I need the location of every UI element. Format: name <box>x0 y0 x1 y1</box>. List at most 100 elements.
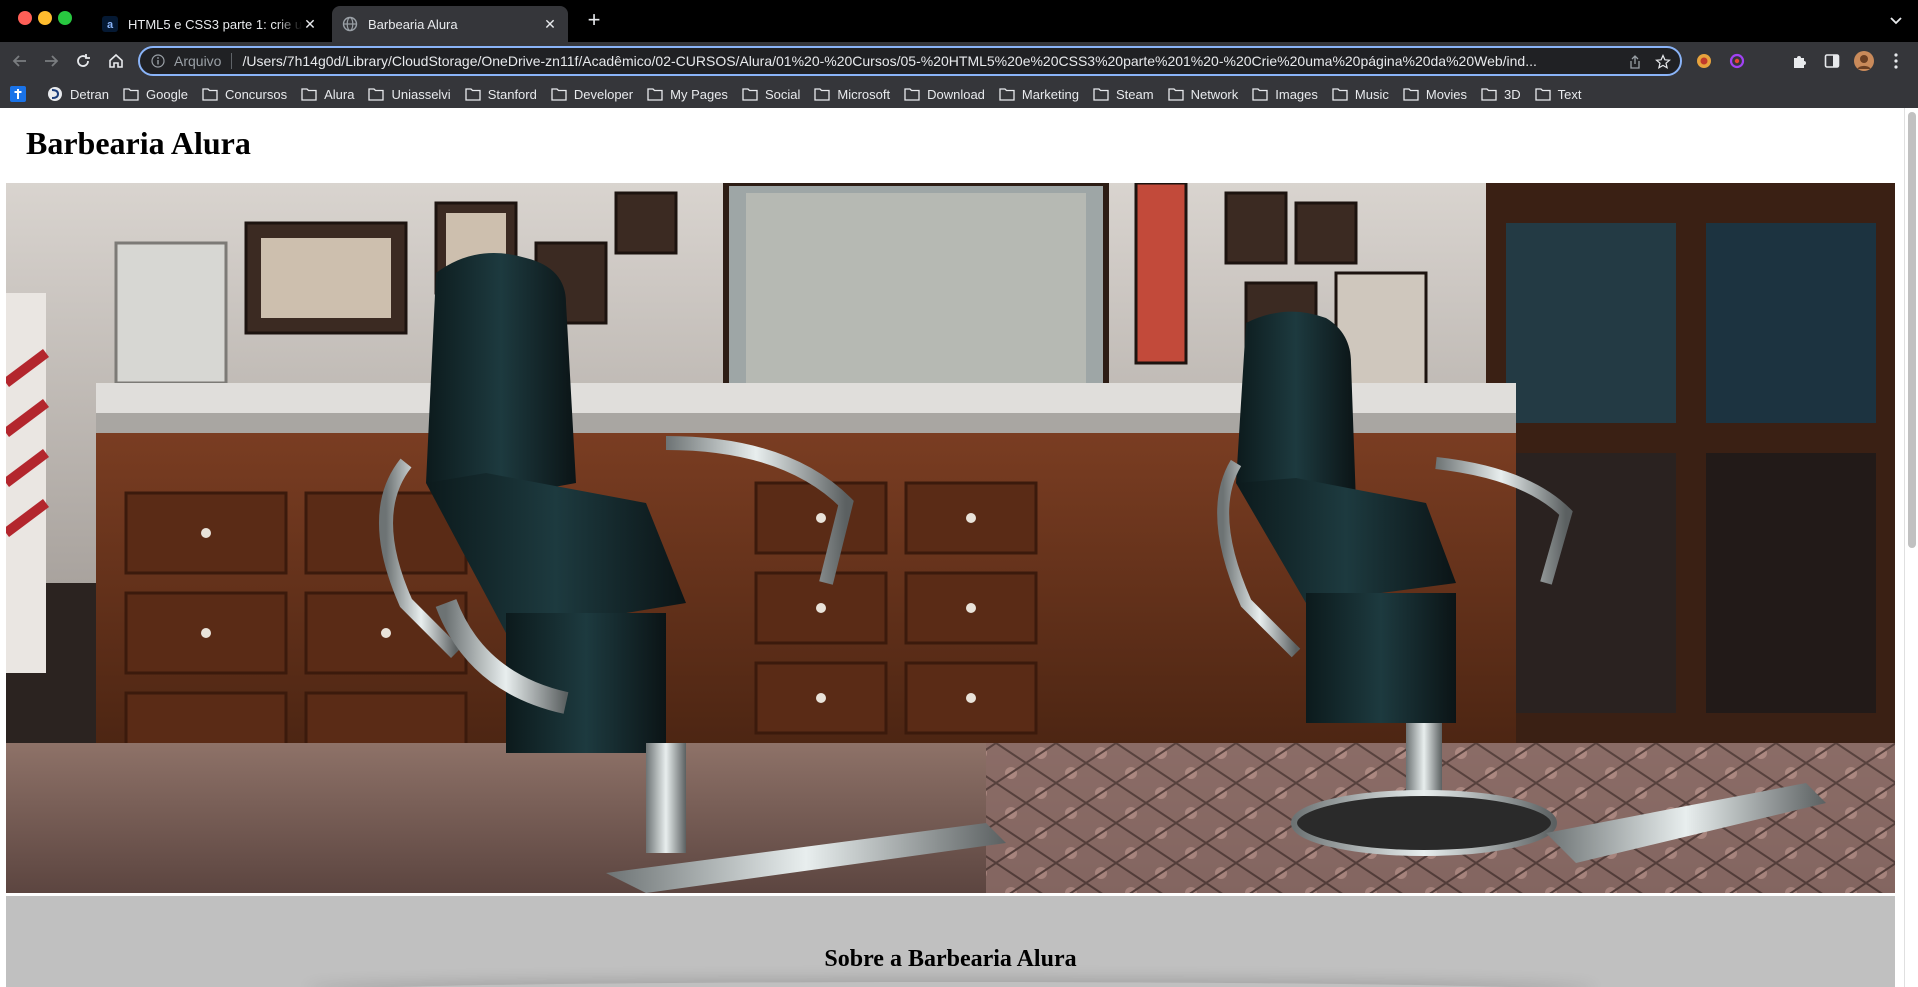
tab-close-icon[interactable]: ✕ <box>542 16 558 32</box>
tab-search-chevron-icon[interactable] <box>1886 11 1906 31</box>
forward-arrow-icon <box>45 55 59 67</box>
bookmark-label: Music <box>1354 86 1389 102</box>
bookmark-movies[interactable]: Movies <box>1403 83 1467 105</box>
bookmark-text[interactable]: Text <box>1535 83 1582 105</box>
window-maximize-button[interactable] <box>58 11 72 25</box>
bookmark-marketing[interactable]: Marketing <box>999 83 1079 105</box>
bookmark-3d[interactable]: 3D <box>1481 83 1521 105</box>
browser-menu-icon[interactable] <box>1886 51 1906 71</box>
tab-barbearia-alura[interactable]: Barbearia Alura ✕ <box>332 6 568 42</box>
folder-icon <box>551 86 567 102</box>
bookmark-download[interactable]: Download <box>904 83 985 105</box>
browser-toolbar: Arquivo /Users/7h14g0d/Library/CloudStor… <box>0 42 1918 80</box>
detran-icon <box>47 86 63 102</box>
folder-icon <box>368 86 385 102</box>
back-arrow-icon <box>12 55 26 67</box>
folder-icon <box>202 86 218 102</box>
bookmark-label: 3D <box>1504 86 1521 102</box>
svg-text:a: a <box>107 19 114 31</box>
scrollbar-thumb[interactable] <box>1908 112 1916 548</box>
about-heading: Sobre a Barbearia Alura <box>824 946 1077 972</box>
bookmark-my-pages[interactable]: My Pages <box>647 83 728 105</box>
bookmark-label: Text <box>1557 86 1582 102</box>
about-section: Sobre a Barbearia Alura <box>6 896 1895 987</box>
folder-icon <box>123 86 139 102</box>
home-button[interactable] <box>104 49 128 73</box>
folder-icon <box>814 86 831 102</box>
bookmark-label: Movies <box>1425 86 1468 102</box>
bookmark-google[interactable]: Google <box>123 83 188 105</box>
new-tab-button[interactable]: + <box>582 9 606 33</box>
bookmark-network[interactable]: Network <box>1167 83 1238 105</box>
bookmark-label: Developer <box>573 86 634 102</box>
bookmark-label: Stanford <box>487 86 537 102</box>
folder-icon <box>1332 86 1348 102</box>
reload-icon <box>77 54 90 67</box>
back-button[interactable] <box>8 49 32 73</box>
bookmark-label: Marketing <box>1021 86 1079 102</box>
bookmarks-bar: Detran Google Concursos Alura Uniasselvi Stan… <box>0 80 1918 108</box>
bookmark-alura[interactable]: Alura <box>301 83 354 105</box>
alura-icon: a <box>102 16 118 32</box>
bookmark-detran[interactable]: Detran <box>47 83 109 105</box>
bookmark-label: Concursos <box>224 86 288 102</box>
bookmark-music[interactable]: Music <box>1332 83 1389 105</box>
bookmark-label: My Pages <box>670 86 728 102</box>
tab-title: Barbearia Alura <box>368 16 458 32</box>
bookmark-label: Images <box>1275 86 1318 102</box>
folder-icon <box>647 86 663 102</box>
extensions-puzzle-icon[interactable] <box>1790 51 1810 71</box>
bookmark-label: Social <box>764 86 801 102</box>
bookmark-images[interactable]: Images <box>1252 83 1318 105</box>
barbershop-interior-image <box>6 183 1895 893</box>
bookmark-developer[interactable]: Developer <box>551 83 633 105</box>
window-minimize-button[interactable] <box>38 11 52 25</box>
bookmark-app-shortcut[interactable] <box>10 83 33 105</box>
address-bar[interactable]: Arquivo /Users/7h14g0d/Library/CloudStor… <box>138 46 1682 76</box>
share-icon[interactable] <box>1626 53 1644 71</box>
bookmark-uniasselvi[interactable]: Uniasselvi <box>368 83 451 105</box>
extension-circle-icon[interactable] <box>1727 51 1747 71</box>
folder-icon <box>904 86 920 102</box>
folder-icon <box>1481 86 1497 102</box>
globe-icon <box>342 16 358 32</box>
side-panel-icon[interactable] <box>1822 51 1842 71</box>
page-scrollbar[interactable] <box>1904 108 1918 987</box>
tab-strip: a HTML5 e CSS3 parte 1: crie uma página … <box>0 0 1918 42</box>
folder-icon <box>742 86 758 102</box>
about-divider-shadow <box>306 982 1596 987</box>
tab-close-icon[interactable]: ✕ <box>302 16 318 32</box>
bookmark-star-icon[interactable] <box>1654 53 1672 71</box>
folder-icon <box>999 86 1015 102</box>
file-scheme-chip: Arquivo <box>174 53 233 69</box>
reload-button[interactable] <box>71 49 95 73</box>
folder-icon <box>1535 86 1551 102</box>
cross-app-icon <box>10 86 26 102</box>
folder-icon <box>301 86 317 102</box>
forward-button[interactable] <box>39 49 63 73</box>
folder-icon <box>1403 86 1419 102</box>
url-text[interactable]: /Users/7h14g0d/Library/CloudStorage/OneD… <box>242 53 1622 69</box>
window-close-button[interactable] <box>18 11 32 25</box>
bookmark-stanford[interactable]: Stanford <box>465 83 537 105</box>
bookmark-social[interactable]: Social <box>742 83 800 105</box>
bookmark-microsoft[interactable]: Microsoft <box>814 83 890 105</box>
bookmark-steam[interactable]: Steam <box>1093 83 1154 105</box>
extension-honey-icon[interactable] <box>1694 51 1714 71</box>
bookmark-label: Detran <box>70 86 110 102</box>
bookmark-label: Alura <box>324 86 355 102</box>
page-title: Barbearia Alura <box>26 125 251 161</box>
profile-avatar[interactable] <box>1854 51 1874 71</box>
home-icon <box>109 53 123 68</box>
folder-icon <box>465 86 481 102</box>
folder-icon <box>1167 86 1184 102</box>
folder-icon <box>1093 86 1109 102</box>
bookmark-concursos[interactable]: Concursos <box>202 83 287 105</box>
site-info-icon[interactable] <box>150 53 166 69</box>
bookmark-label: Uniasselvi <box>391 86 451 102</box>
tab-title: HTML5 e CSS3 parte 1: crie uma página da… <box>128 16 302 32</box>
folder-icon <box>1252 86 1268 102</box>
bookmark-label: Download <box>927 86 985 102</box>
page-viewport: Barbearia Alura Sobre a Barbearia Alura <box>0 108 1918 987</box>
tab-alura-course[interactable]: a HTML5 e CSS3 parte 1: crie uma página … <box>92 6 328 42</box>
